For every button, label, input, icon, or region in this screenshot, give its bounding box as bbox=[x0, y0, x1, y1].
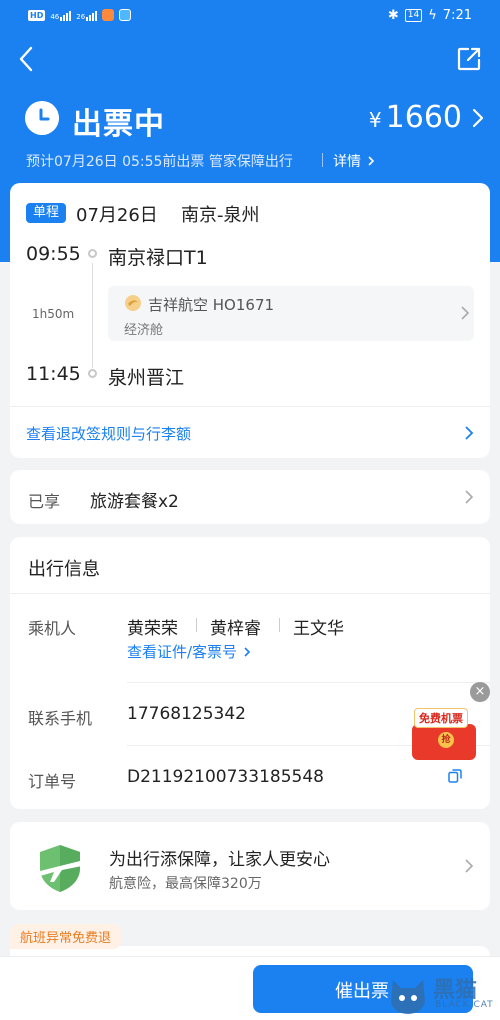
divider bbox=[322, 153, 323, 167]
arrive-time: 11:45 bbox=[26, 363, 81, 385]
copy-icon[interactable] bbox=[448, 769, 462, 783]
chevron-right-icon bbox=[368, 156, 375, 166]
timeline-dot bbox=[88, 249, 97, 258]
flight-exception-refund-tag: 航班异常免费退 bbox=[10, 924, 122, 949]
chevron-right-icon bbox=[461, 306, 470, 320]
enjoyed-value: 旅游套餐x2 bbox=[90, 492, 179, 512]
depart-airport: 南京禄口T1 bbox=[108, 247, 208, 269]
divider bbox=[196, 618, 197, 632]
travel-info-card: 出行信息 乘机人 黄荣荣 黄梓睿 王文华 查看证件/客票号 联系手机 17768… bbox=[10, 537, 490, 809]
chevron-right-icon[interactable] bbox=[470, 106, 486, 130]
enjoyed-benefits-row[interactable]: 已享 旅游套餐x2 bbox=[10, 470, 490, 524]
order-number: D2119210073318554​8 bbox=[127, 767, 324, 787]
signal-icon-2: 26 bbox=[76, 9, 98, 21]
passenger-name: 黄梓睿 bbox=[210, 619, 261, 639]
phone-number: 17768125342 bbox=[127, 704, 246, 724]
timeline-line bbox=[92, 263, 93, 368]
order-status-title: 出票中 bbox=[72, 107, 165, 142]
details-link[interactable]: 详情 bbox=[333, 151, 375, 171]
flight-card: 单程 07月26日 南京-泉州 09:55 南京禄口T1 1h50m 吉祥航空 … bbox=[10, 183, 490, 458]
chevron-right-icon bbox=[465, 859, 474, 873]
price-value: 1660 bbox=[385, 100, 462, 135]
details-label: 详情 bbox=[333, 154, 361, 170]
divider bbox=[10, 593, 490, 594]
signal-label-2: 26 bbox=[76, 13, 86, 21]
rules-baggage-link[interactable]: 查看退改签规则与行李额 bbox=[26, 423, 191, 444]
phone-label: 联系手机 bbox=[28, 709, 93, 728]
travel-info-title: 出行信息 bbox=[28, 559, 100, 580]
insurance-card[interactable]: 为出行添保障，让家人更安心 航意险，最高保障320万 bbox=[10, 822, 490, 910]
bluetooth-icon: ✱ bbox=[387, 8, 399, 23]
signal-icon: 46 bbox=[50, 9, 72, 21]
cabin-class: 经济舱 bbox=[124, 323, 164, 338]
signal-label-1: 46 bbox=[50, 13, 60, 21]
watermark: 黑猫 BLACK CAT bbox=[385, 970, 497, 1016]
battery-icon: 14 bbox=[404, 9, 423, 22]
order-number-label: 订单号 bbox=[28, 772, 77, 791]
flight-route: 南京-泉州 bbox=[181, 205, 260, 226]
charging-icon: ϟ bbox=[428, 8, 437, 23]
airline-info[interactable]: 吉祥航空 HO1671 经济舱 bbox=[108, 286, 474, 341]
urge-ticketing-label: 催出票 bbox=[335, 981, 389, 1002]
ticketing-eta: 预计07月26日 05:55前出票 管家保障出行 bbox=[26, 154, 293, 170]
insurance-title: 为出行添保障，让家人更安心 bbox=[109, 850, 330, 870]
app-notification-icon bbox=[119, 9, 132, 21]
id-ticket-link[interactable]: 查看证件/客票号 bbox=[127, 641, 251, 662]
back-arrow-icon[interactable] bbox=[14, 44, 40, 74]
arrive-airport: 泉州晋江 bbox=[108, 367, 185, 389]
currency-symbol: ¥ bbox=[368, 108, 382, 132]
grab-coin: 抢 bbox=[438, 732, 454, 748]
airline-flight-number: 吉祥航空 HO1671 bbox=[148, 296, 275, 314]
price[interactable]: ¥ 1660 bbox=[369, 100, 462, 135]
app-notification-icon bbox=[102, 9, 115, 21]
id-ticket-link-label: 查看证件/客票号 bbox=[127, 643, 238, 661]
airline-logo-icon bbox=[125, 295, 141, 311]
share-icon[interactable] bbox=[456, 46, 482, 72]
insurance-subtitle: 航意险，最高保障320万 bbox=[109, 876, 262, 892]
depart-time: 09:55 bbox=[26, 243, 81, 265]
chevron-right-icon[interactable] bbox=[464, 425, 474, 441]
divider bbox=[279, 618, 280, 632]
close-icon[interactable]: × bbox=[470, 682, 490, 702]
flight-duration: 1h50m bbox=[32, 307, 75, 321]
passenger-name: 黄荣荣 bbox=[127, 619, 178, 639]
timeline-dot bbox=[88, 369, 97, 378]
passengers-label: 乘机人 bbox=[28, 619, 77, 638]
free-ticket-promo[interactable]: × 抢 免费机票 bbox=[404, 682, 494, 762]
clock: 7:21 bbox=[442, 8, 472, 23]
cat-logo-icon bbox=[391, 980, 425, 1014]
flight-date: 07月26日 bbox=[76, 205, 158, 226]
chevron-right-icon bbox=[244, 646, 251, 657]
clock-icon bbox=[25, 101, 59, 135]
watermark-subtext: BLACK CAT bbox=[435, 1000, 494, 1010]
free-ticket-tag: 免费机票 bbox=[414, 708, 468, 728]
hd-badge: HD bbox=[28, 9, 46, 21]
enjoyed-label: 已享 bbox=[28, 492, 61, 511]
passenger-name: 王文华 bbox=[293, 619, 344, 639]
trip-type-badge: 单程 bbox=[26, 203, 67, 223]
status-bar: HD 46 26 ✱ 14 ϟ 7:21 bbox=[0, 0, 500, 32]
shield-plane-icon bbox=[36, 845, 84, 892]
chevron-right-icon bbox=[465, 490, 474, 504]
red-envelope-icon: 抢 bbox=[412, 724, 476, 760]
divider bbox=[10, 406, 490, 407]
